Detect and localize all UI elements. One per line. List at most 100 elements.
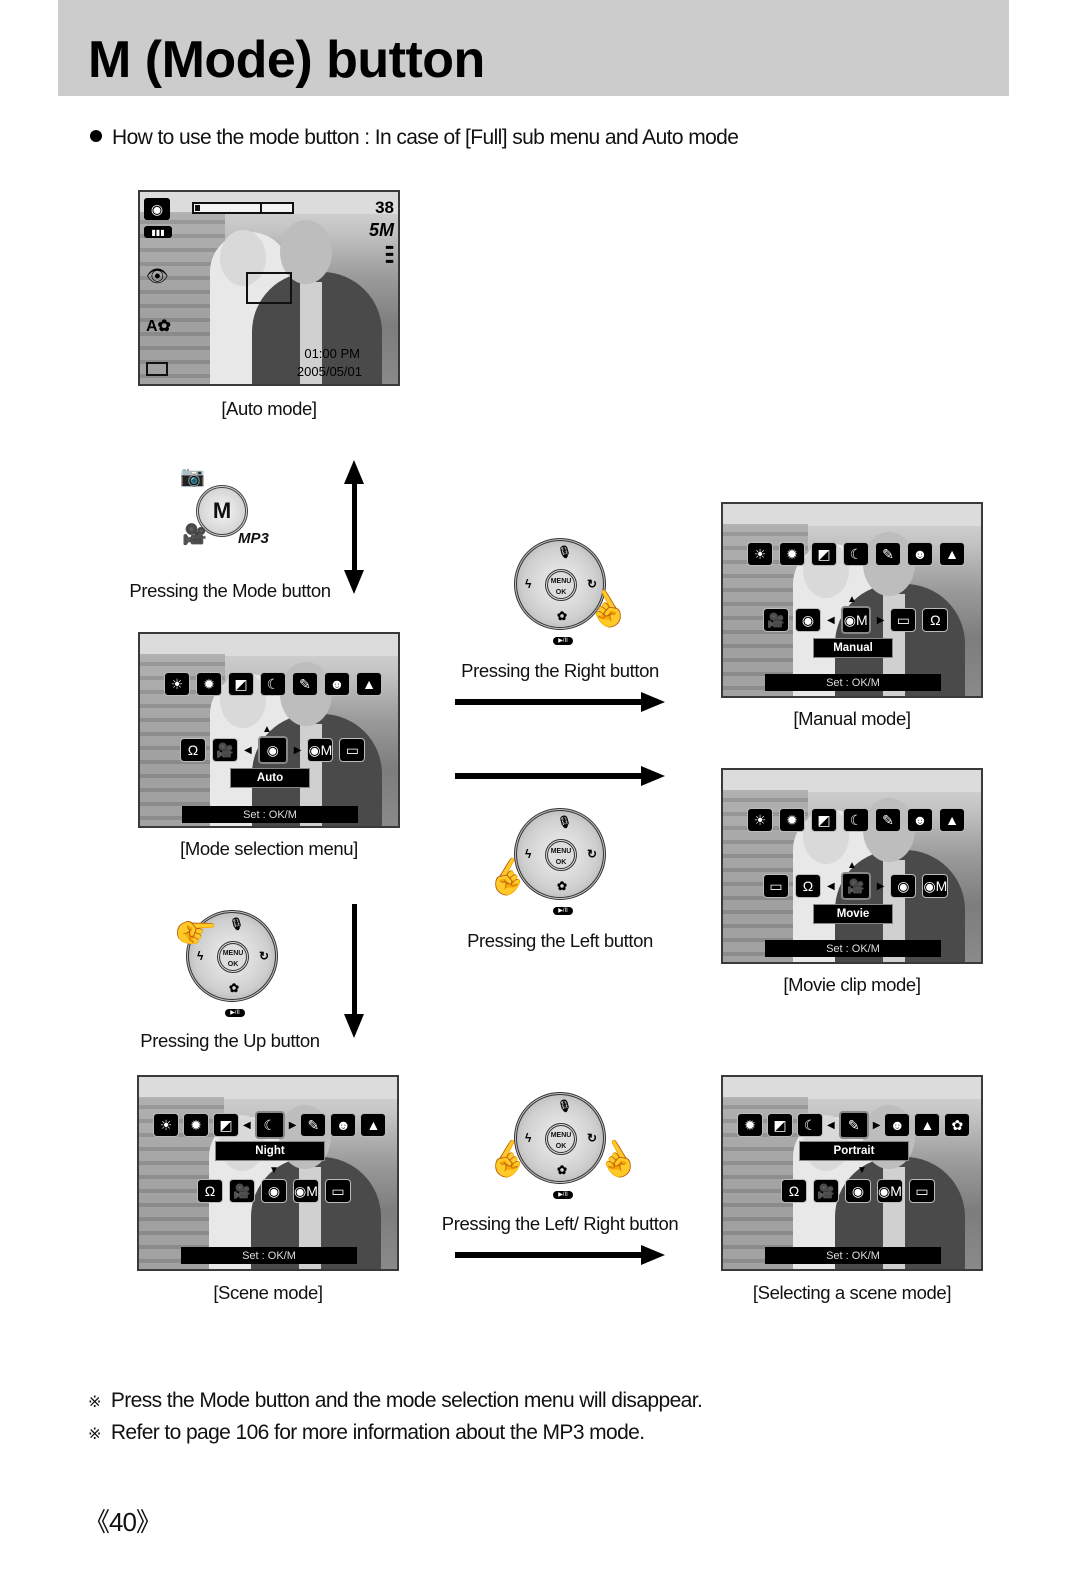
right-arrow: [455, 1245, 665, 1265]
scene-icon[interactable]: ✹: [779, 808, 805, 832]
quality-icon: ▪▪▪ ▪▪▪ ▪▪▪: [385, 240, 394, 268]
right-arrow-icon: ▶: [872, 1119, 881, 1131]
mp3-label: MP3: [238, 530, 269, 547]
resolution-indicator: 5M: [368, 220, 394, 240]
mode-icon-row: Ω 🎥 ◉ ◉M ▭: [197, 1179, 351, 1203]
mode-icon[interactable]: ◉M: [293, 1179, 319, 1203]
scene-icon[interactable]: ✹: [779, 542, 805, 566]
scene-icon[interactable]: ☾: [843, 542, 869, 566]
timer-icon: ↻: [587, 577, 598, 591]
scene-icon[interactable]: ◩: [767, 1113, 793, 1137]
right-arrow-icon: ▶: [293, 744, 302, 756]
mode-icon-selected[interactable]: ◉: [257, 736, 288, 764]
scene-icon[interactable]: ✹: [196, 672, 222, 696]
mode-icon[interactable]: ◉: [261, 1179, 287, 1203]
mode-icon[interactable]: Ω: [180, 738, 206, 762]
scene-icon[interactable]: ▲: [914, 1113, 941, 1137]
menu-ok-button[interactable]: MENU OK: [545, 569, 577, 601]
menu-ok-button[interactable]: MENU OK: [545, 1123, 577, 1155]
mode-icon-selected[interactable]: 🎥: [840, 872, 871, 900]
mode-icon[interactable]: ▭: [339, 738, 366, 762]
mode-icon[interactable]: ◉: [845, 1179, 871, 1203]
scene-icon[interactable]: ◩: [811, 808, 837, 832]
double-arrow-icon: [344, 460, 364, 594]
scene-icon[interactable]: ✹: [737, 1113, 763, 1137]
macro-icon: ✿: [557, 609, 568, 623]
scene-icon-selected[interactable]: ☾: [254, 1111, 285, 1139]
mode-icon[interactable]: ▭: [325, 1179, 351, 1203]
scene-icon-row: ✹ ◩ ☾ ◀ ✎ ▶ ☻ ▲ ✿: [737, 1111, 971, 1139]
play-pause-icon: ▶/II: [553, 1191, 573, 1199]
scene-icon[interactable]: ✹: [183, 1113, 209, 1137]
mode-icon[interactable]: ▭: [763, 874, 789, 898]
caption-auto-mode: [Auto mode]: [221, 398, 317, 419]
mode-icon[interactable]: ◉M: [307, 738, 334, 762]
voice-icon: 🎙: [557, 545, 573, 559]
mode-icon[interactable]: ▭: [909, 1179, 935, 1203]
mode-icon[interactable]: Ω: [781, 1179, 807, 1203]
scene-icon[interactable]: ☻: [907, 542, 933, 566]
scene-icon[interactable]: ▲: [939, 542, 965, 566]
voice-icon: 🎙: [557, 1099, 573, 1113]
scene-icon[interactable]: ◩: [228, 672, 254, 696]
scene-icon[interactable]: ◩: [213, 1113, 239, 1137]
scene-icon[interactable]: ☻: [907, 808, 933, 832]
scene-icon[interactable]: ☻: [330, 1113, 357, 1137]
scene-icon[interactable]: ▲: [356, 672, 382, 696]
scene-icon[interactable]: ✎: [300, 1113, 327, 1137]
left-arrow-icon: ◀: [827, 880, 835, 892]
flash-icon: ϟ: [525, 847, 532, 861]
set-bar: Set : OK/M: [182, 806, 358, 823]
zoom-bar: [192, 202, 294, 214]
mode-icon[interactable]: 🎥: [763, 608, 789, 632]
left-arrow-icon: ◀: [243, 1119, 251, 1131]
mode-icon[interactable]: ◉: [795, 608, 821, 632]
mode-icon-row: ▭ Ω ◀ 🎥 ▶ ◉ ◉M: [763, 872, 949, 900]
scene-icon[interactable]: ☀: [164, 672, 190, 696]
mode-icon[interactable]: 🎥: [229, 1179, 255, 1203]
scene-label: Night: [215, 1141, 325, 1161]
scene-icon[interactable]: ☻: [884, 1113, 911, 1137]
mode-selection-screen: ☀ ✹ ◩ ☾ ✎ ☻ ▲ ▲ Ω 🎥 ◀ ◉ ▶ ◉M ▭ Auto Set …: [138, 632, 400, 828]
scene-icon[interactable]: ◩: [811, 542, 837, 566]
scene-icon[interactable]: ▲: [939, 808, 965, 832]
scene-icon[interactable]: ✿: [944, 1113, 971, 1137]
menu-ok-button[interactable]: MENU OK: [217, 941, 249, 973]
scene-icon[interactable]: ☾: [843, 808, 869, 832]
time-readout: 01:00 PM: [304, 346, 360, 361]
scene-icon[interactable]: ✎: [875, 542, 901, 566]
macro-icon: ✿: [557, 879, 568, 893]
mode-icon[interactable]: Ω: [922, 608, 949, 632]
scene-icon[interactable]: ✎: [292, 672, 318, 696]
mode-icon-row: Ω 🎥 ◀ ◉ ▶ ◉M ▭: [180, 736, 366, 764]
mode-icon[interactable]: Ω: [197, 1179, 223, 1203]
dpad-left-right-pressed[interactable]: MENU OK 🎙 ϟ ↻ ✿ ▶/II: [514, 1092, 606, 1199]
mode-icon[interactable]: ◉: [890, 874, 917, 898]
right-arrow-icon: ▶: [876, 880, 885, 892]
mode-icon[interactable]: 🎥: [813, 1179, 839, 1203]
mode-icon[interactable]: ◉M: [922, 874, 949, 898]
scene-icon[interactable]: ☾: [797, 1113, 823, 1137]
mode-icon[interactable]: ◉M: [877, 1179, 903, 1203]
mode-icon[interactable]: 🎥: [212, 738, 238, 762]
timer-icon: ↻: [587, 847, 598, 861]
scene-icon[interactable]: ☀: [153, 1113, 179, 1137]
camera-icon: 📷: [180, 466, 205, 488]
mode-icon[interactable]: Ω: [795, 874, 821, 898]
mode-icon-selected[interactable]: ◉M: [840, 606, 871, 634]
scene-icon[interactable]: ▲: [360, 1113, 387, 1137]
af-frame: [246, 272, 292, 304]
scene-icon-row: ☀ ✹ ◩ ◀ ☾ ▶ ✎ ☻ ▲: [153, 1111, 387, 1139]
menu-ok-button[interactable]: MENU OK: [545, 839, 577, 871]
scene-icon-selected[interactable]: ✎: [838, 1111, 869, 1139]
scene-icon[interactable]: ✎: [875, 808, 901, 832]
down-arrow-icon: ▼: [857, 1165, 867, 1176]
bullet-icon: [90, 130, 102, 142]
mode-icon[interactable]: ▭: [890, 608, 917, 632]
scene-icon[interactable]: ☾: [260, 672, 286, 696]
scene-icon[interactable]: ☀: [747, 808, 773, 832]
intro-text: How to use the mode button : In case of …: [112, 126, 739, 149]
scene-icon[interactable]: ☀: [747, 542, 773, 566]
scene-icon[interactable]: ☻: [324, 672, 350, 696]
down-arrow: [344, 904, 364, 1038]
